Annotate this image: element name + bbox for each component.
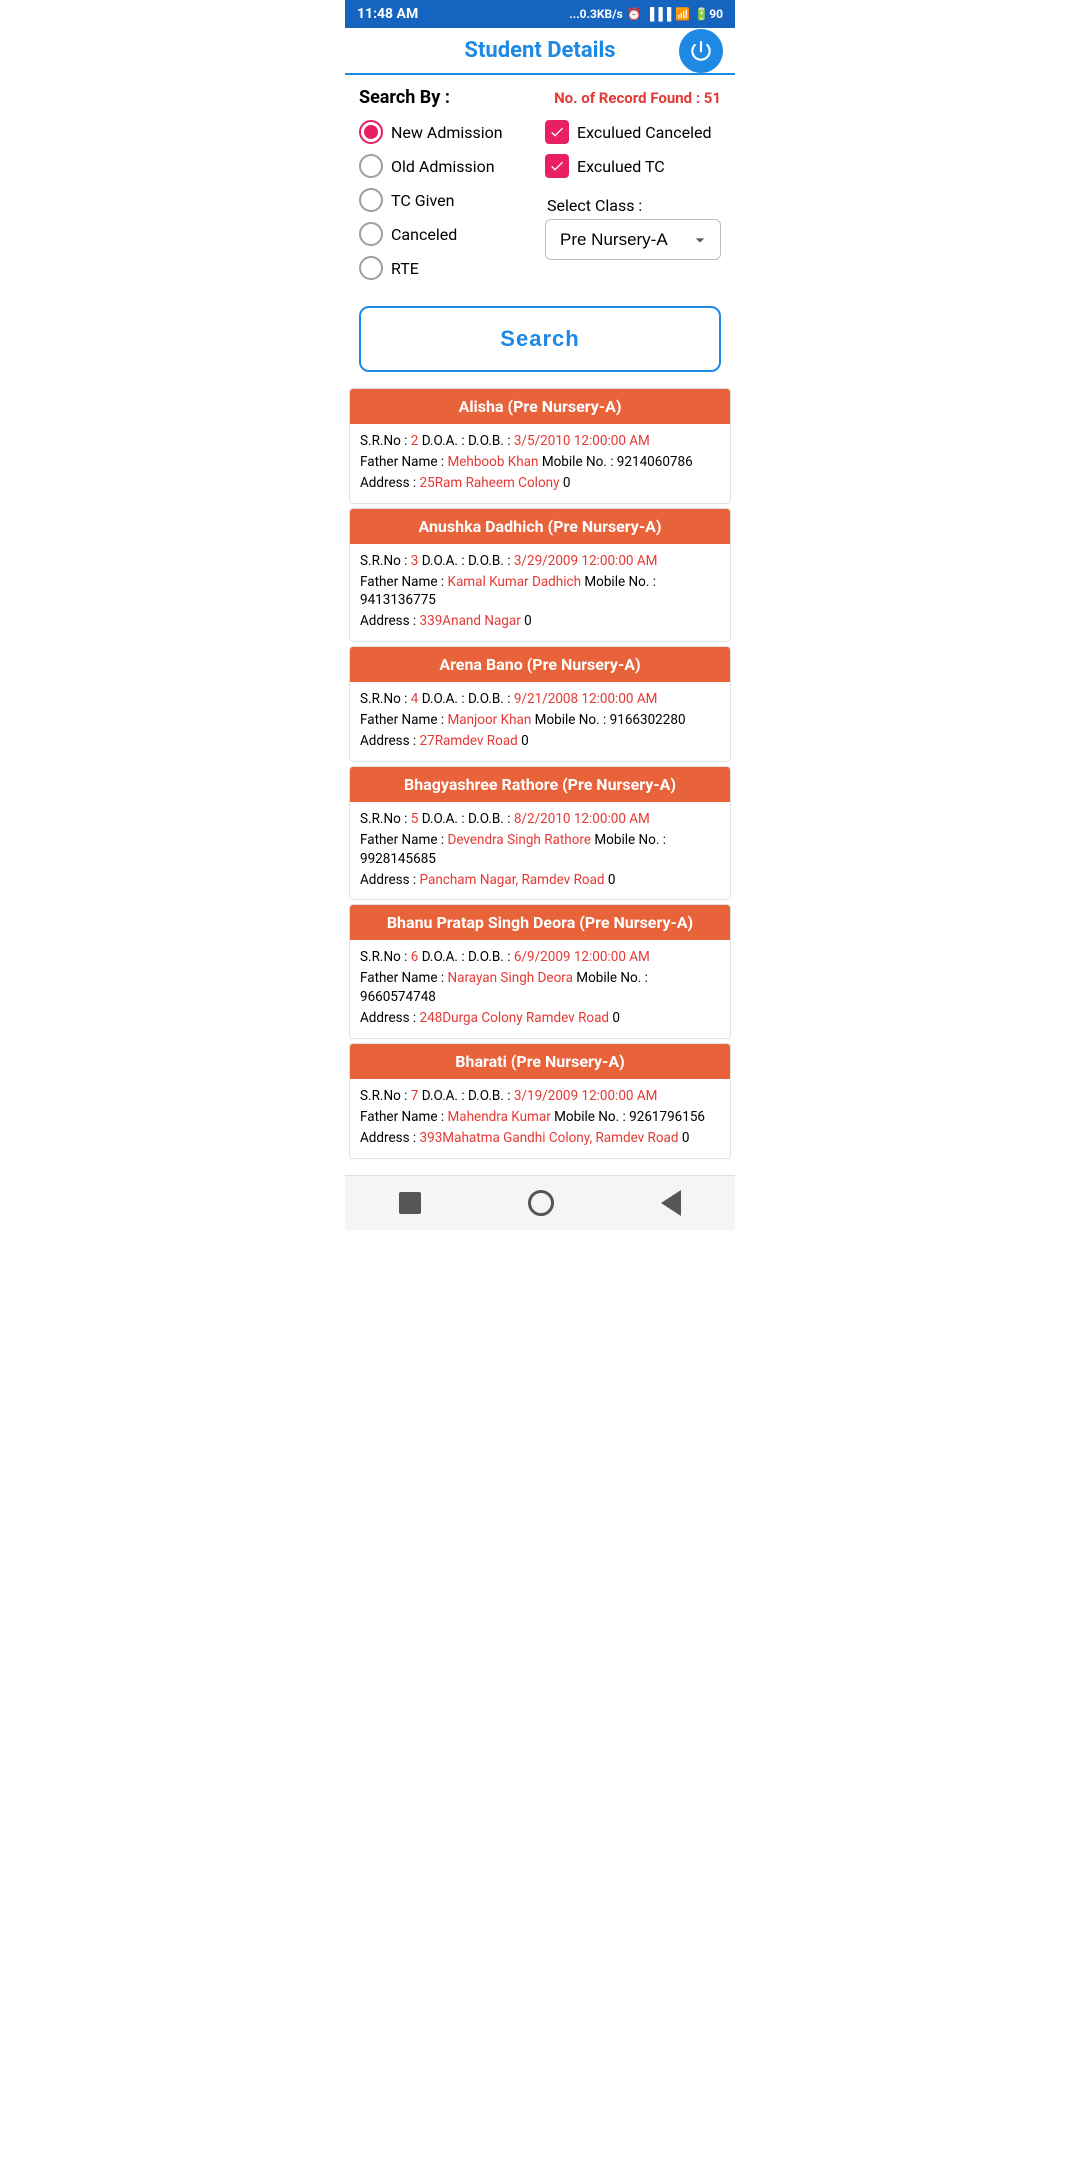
student-address: Address : 27Ramdev Road 0 — [360, 732, 720, 751]
student-card[interactable]: Bhagyashree Rathore (Pre Nursery-A) S.R.… — [349, 766, 731, 901]
wifi-icon: 📶 — [675, 7, 690, 21]
radio-old-admission[interactable]: Old Admission — [359, 154, 535, 178]
nav-back-button[interactable] — [661, 1190, 681, 1216]
radio-label-tc-given: TC Given — [391, 191, 454, 210]
student-father-mobile: Father Name : Mahendra Kumar Mobile No. … — [360, 1108, 720, 1127]
radio-circle-tc-given — [359, 188, 383, 212]
student-card[interactable]: Bhanu Pratap Singh Deora (Pre Nursery-A)… — [349, 904, 731, 1039]
student-card-body: S.R.No : 4 D.O.A. : D.O.B. : 9/21/2008 1… — [350, 682, 730, 761]
student-father-mobile: Father Name : Narayan Singh Deora Mobile… — [360, 969, 720, 1007]
battery-icon: 🔋90 — [694, 7, 723, 21]
student-card-header: Bharati (Pre Nursery-A) — [350, 1044, 730, 1079]
radio-circle-rte — [359, 256, 383, 280]
checkbox-box-exculued-tc — [545, 154, 569, 178]
search-button[interactable]: Search — [359, 306, 721, 372]
student-sr-dob: S.R.No : 6 D.O.A. : D.O.B. : 6/9/2009 12… — [360, 948, 720, 967]
bottom-nav — [345, 1175, 735, 1230]
search-header: Search By : No. of Record Found : 51 — [359, 87, 721, 108]
student-sr-dob: S.R.No : 3 D.O.A. : D.O.B. : 3/29/2009 1… — [360, 552, 720, 571]
power-icon — [688, 38, 714, 64]
radio-rte[interactable]: RTE — [359, 256, 535, 280]
student-father-mobile: Father Name : Devendra Singh Rathore Mob… — [360, 831, 720, 869]
student-card[interactable]: Arena Bano (Pre Nursery-A) S.R.No : 4 D.… — [349, 646, 731, 762]
radio-options: New Admission Old Admission TC Given Can… — [359, 120, 535, 280]
student-card[interactable]: Bharati (Pre Nursery-A) S.R.No : 7 D.O.A… — [349, 1043, 731, 1159]
student-card-header: Arena Bano (Pre Nursery-A) — [350, 647, 730, 682]
student-card[interactable]: Alisha (Pre Nursery-A) S.R.No : 2 D.O.A.… — [349, 388, 731, 504]
nav-stop-button[interactable] — [399, 1192, 421, 1214]
checkmark-icon — [549, 124, 565, 140]
radio-circle-new-admission — [359, 120, 383, 144]
radio-tc-given[interactable]: TC Given — [359, 188, 535, 212]
network-speed: ...0.3KB/s — [569, 7, 623, 21]
student-card-body: S.R.No : 2 D.O.A. : D.O.B. : 3/5/2010 12… — [350, 424, 730, 503]
checkbox-exculued-canceled[interactable]: Exculued Canceled — [545, 120, 721, 144]
nav-home-button[interactable] — [528, 1190, 554, 1216]
radio-label-canceled: Canceled — [391, 225, 457, 244]
radio-label-rte: RTE — [391, 259, 419, 278]
student-address: Address : 393Mahatma Gandhi Colony, Ramd… — [360, 1129, 720, 1148]
app-header: Student Details — [345, 28, 735, 75]
student-father-mobile: Father Name : Mehboob Khan Mobile No. : … — [360, 453, 720, 472]
student-address: Address : 339Anand Nagar 0 — [360, 612, 720, 631]
student-father-mobile: Father Name : Kamal Kumar Dadhich Mobile… — [360, 573, 720, 611]
student-sr-dob: S.R.No : 5 D.O.A. : D.O.B. : 8/2/2010 12… — [360, 810, 720, 829]
student-sr-dob: S.R.No : 7 D.O.A. : D.O.B. : 3/19/2009 1… — [360, 1087, 720, 1106]
radio-canceled[interactable]: Canceled — [359, 222, 535, 246]
student-father-mobile: Father Name : Manjoor Khan Mobile No. : … — [360, 711, 720, 730]
class-select[interactable]: Pre Nursery-A Pre Nursery-B Nursery-A Nu… — [545, 219, 721, 260]
student-sr-dob: S.R.No : 2 D.O.A. : D.O.B. : 3/5/2010 12… — [360, 432, 720, 451]
search-section: Search By : No. of Record Found : 51 New… — [345, 75, 735, 288]
student-card[interactable]: Anushka Dadhich (Pre Nursery-A) S.R.No :… — [349, 508, 731, 643]
student-card-body: S.R.No : 5 D.O.A. : D.O.B. : 8/2/2010 12… — [350, 802, 730, 900]
status-bar: 11:48 AM ...0.3KB/s ⏰ ▐▐▐ 📶 🔋90 — [345, 0, 735, 28]
right-options: Exculued Canceled Exculued TC Select Cla… — [545, 120, 721, 280]
student-card-header: Bhanu Pratap Singh Deora (Pre Nursery-A) — [350, 905, 730, 940]
checkbox-exculued-tc[interactable]: Exculued TC — [545, 154, 721, 178]
options-grid: New Admission Old Admission TC Given Can… — [359, 120, 721, 280]
student-card-body: S.R.No : 6 D.O.A. : D.O.B. : 6/9/2009 12… — [350, 940, 730, 1038]
radio-label-new-admission: New Admission — [391, 123, 503, 142]
student-card-header: Alisha (Pre Nursery-A) — [350, 389, 730, 424]
signal-icon: ▐▐▐ — [646, 7, 672, 21]
student-address: Address : 248Durga Colony Ramdev Road 0 — [360, 1009, 720, 1028]
power-button[interactable] — [679, 29, 723, 73]
student-card-header: Bhagyashree Rathore (Pre Nursery-A) — [350, 767, 730, 802]
student-card-body: S.R.No : 3 D.O.A. : D.O.B. : 3/29/2009 1… — [350, 544, 730, 642]
checkbox-box-exculued-canceled — [545, 120, 569, 144]
checkbox-label-exculued-tc: Exculued TC — [577, 157, 665, 176]
student-card-body: S.R.No : 7 D.O.A. : D.O.B. : 3/19/2009 1… — [350, 1079, 730, 1158]
students-list: Alisha (Pre Nursery-A) S.R.No : 2 D.O.A.… — [345, 384, 735, 1171]
radio-label-old-admission: Old Admission — [391, 157, 495, 176]
radio-circle-canceled — [359, 222, 383, 246]
student-card-header: Anushka Dadhich (Pre Nursery-A) — [350, 509, 730, 544]
radio-new-admission[interactable]: New Admission — [359, 120, 535, 144]
record-count: No. of Record Found : 51 — [554, 89, 721, 107]
student-sr-dob: S.R.No : 4 D.O.A. : D.O.B. : 9/21/2008 1… — [360, 690, 720, 709]
student-address: Address : 25Ram Raheem Colony 0 — [360, 474, 720, 493]
radio-circle-old-admission — [359, 154, 383, 178]
checkbox-label-exculued-canceled: Exculued Canceled — [577, 123, 711, 142]
student-address: Address : Pancham Nagar, Ramdev Road 0 — [360, 871, 720, 890]
select-class-label: Select Class : — [547, 196, 721, 215]
app-title: Student Details — [464, 38, 615, 63]
alarm-icon: ⏰ — [627, 7, 642, 21]
search-button-container: Search — [345, 288, 735, 384]
status-time: 11:48 AM — [357, 6, 418, 22]
status-right: ...0.3KB/s ⏰ ▐▐▐ 📶 🔋90 — [569, 7, 723, 21]
search-by-label: Search By : — [359, 87, 450, 108]
checkmark-icon-2 — [549, 158, 565, 174]
select-class-section: Select Class : Pre Nursery-A Pre Nursery… — [545, 196, 721, 260]
